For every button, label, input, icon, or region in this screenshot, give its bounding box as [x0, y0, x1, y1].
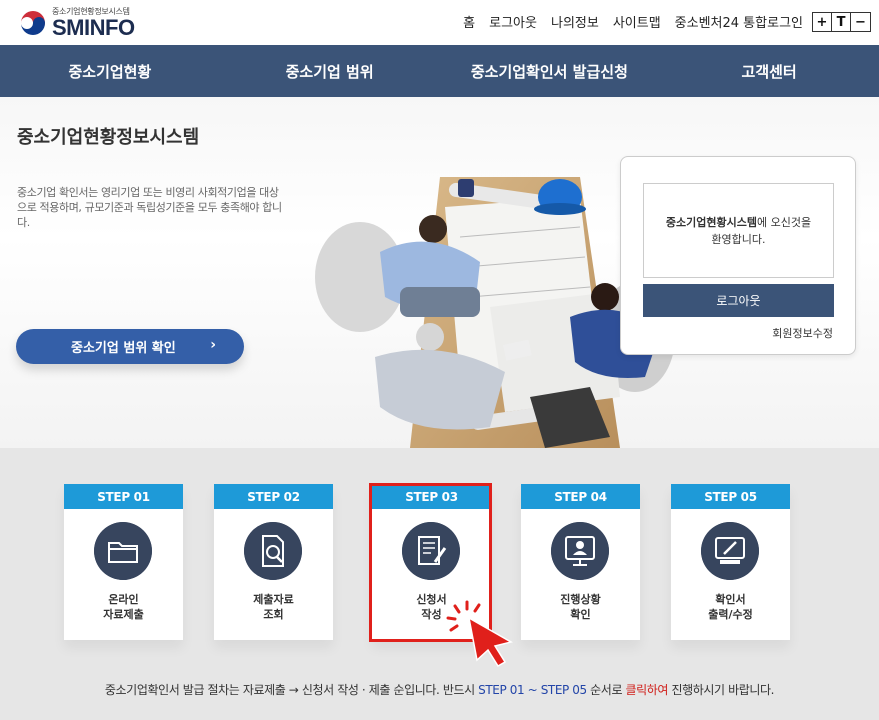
step-04-header: STEP 04: [521, 484, 640, 509]
site-header: 중소기업현황정보시스템 SMINFO 홈 로그아웃 나의정보 사이트맵 중소벤처…: [0, 0, 879, 45]
welcome-text-line2: 환영합니다.: [711, 232, 766, 246]
nav-item-customer-center[interactable]: 고객센터: [659, 45, 879, 97]
sitemap-link[interactable]: 사이트맵: [613, 12, 661, 31]
utility-links: 홈 로그아웃 나의정보 사이트맵 중소벤처24 통합로그인: [463, 12, 803, 31]
notice-steps-range: STEP 01 ~ STEP 05: [478, 683, 587, 697]
printer-icon: [701, 522, 759, 580]
document-search-icon: [244, 522, 302, 580]
welcome-message: 중소기업현황시스템에 오신것을 환영합니다.: [643, 183, 834, 278]
step-05-header: STEP 05: [671, 484, 790, 509]
step-01-card[interactable]: STEP 01 온라인 자료제출: [64, 484, 183, 640]
font-size-controls: + T −: [812, 12, 871, 32]
notice-click-emphasis: 클릭하여: [625, 683, 669, 697]
step-02-label: 제출자료 조회: [253, 593, 294, 621]
main-nav: 중소기업현황 중소기업 범위 중소기업확인서 발급신청 고객센터: [0, 45, 879, 97]
step-02-card[interactable]: STEP 02 제출자료 조회: [214, 484, 333, 640]
home-link[interactable]: 홈: [463, 12, 475, 31]
my-info-link[interactable]: 나의정보: [551, 12, 599, 31]
click-pointer-icon: [446, 600, 513, 668]
welcome-system-name: 중소기업현황시스템: [665, 215, 757, 229]
font-increase-button[interactable]: +: [813, 13, 832, 31]
page-title: 중소기업현황정보시스템: [17, 127, 200, 148]
hero-description: 중소기업 확인서는 영리기업 또는 비영리 사회적기업을 대상으로 적용하며, …: [17, 186, 282, 229]
step-02-header: STEP 02: [214, 484, 333, 509]
taegeuk-emblem-icon: [18, 8, 48, 38]
login-panel: 중소기업현황시스템에 오신것을 환영합니다. 로그아웃 회원정보수정: [620, 156, 856, 355]
edit-profile-link[interactable]: 회원정보수정: [772, 325, 833, 341]
logout-button[interactable]: 로그아웃: [643, 284, 834, 317]
step-04-card[interactable]: STEP 04 진행상황 확인: [521, 484, 640, 640]
hero-section: 중소기업현황정보시스템 중소기업 확인서는 영리기업 또는 비영리 사회적기업을…: [0, 97, 879, 448]
font-decrease-button[interactable]: −: [851, 13, 870, 31]
step-05-card[interactable]: STEP 05 확인서 출력/수정: [671, 484, 790, 640]
welcome-text: 에 오신것을: [756, 215, 812, 229]
nav-item-status[interactable]: 중소기업현황: [0, 45, 220, 97]
font-reset-button[interactable]: T: [832, 13, 851, 31]
scope-check-button[interactable]: 중소기업 범위 확인 ›: [16, 329, 244, 364]
logo-title: SMINFO: [52, 15, 135, 40]
logout-link[interactable]: 로그아웃: [489, 12, 537, 31]
integrated-login-link[interactable]: 중소벤처24 통합로그인: [675, 12, 803, 31]
step-04-label: 진행상황 확인: [560, 593, 601, 621]
nav-item-certificate-apply[interactable]: 중소기업확인서 발급신청: [440, 45, 660, 97]
procedure-notice: 중소기업확인서 발급 절차는 자료제출 → 신청서 작성 · 제출 순입니다. …: [104, 683, 775, 697]
folder-icon: [94, 522, 152, 580]
site-logo[interactable]: 중소기업현황정보시스템 SMINFO: [18, 4, 148, 40]
scope-check-label: 중소기업 범위 확인: [71, 341, 176, 356]
monitor-user-icon: [551, 522, 609, 580]
step-01-label: 온라인 자료제출: [103, 593, 144, 621]
chevron-right-icon: ›: [210, 337, 216, 353]
step-01-header: STEP 01: [64, 484, 183, 509]
step-05-label: 확인서 출력/수정: [708, 593, 753, 621]
nav-item-scope[interactable]: 중소기업 범위: [220, 45, 440, 97]
